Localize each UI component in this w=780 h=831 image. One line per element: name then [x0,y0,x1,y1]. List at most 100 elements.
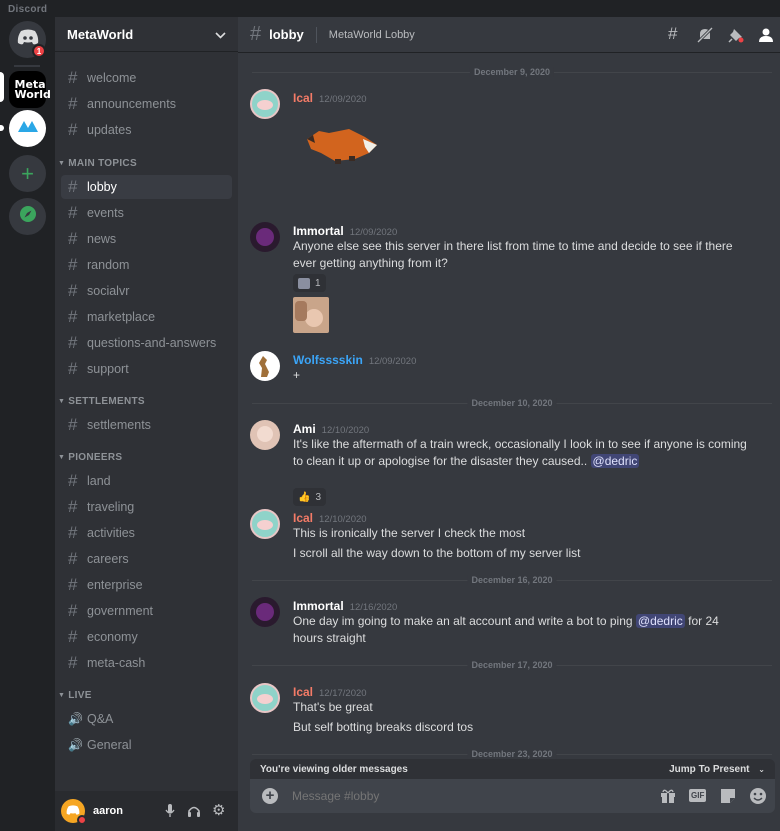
channel-updates[interactable]: # updates [61,118,232,142]
gear-icon[interactable]: ⚙ [212,803,225,818]
channel-label: settlements [87,418,151,432]
mute-bell-icon[interactable] [696,26,714,48]
author-name[interactable]: Immortal [293,224,344,238]
reaction[interactable]: 👍 3 [293,488,327,506]
jump-to-present-button[interactable]: Jump To Present ⌄ [669,764,765,775]
author-name[interactable]: Ami [293,422,316,436]
chevron-down-icon [215,27,226,42]
channel-label: random [87,258,130,272]
message-input[interactable] [292,789,632,803]
channel-meta-cash[interactable]: # meta-cash [61,651,232,675]
username: aaron [93,805,123,817]
date-label: December 17, 2020 [467,660,557,670]
avatar[interactable] [250,89,280,119]
add-server-button[interactable]: + [9,155,46,192]
headphones-icon[interactable] [187,804,201,823]
hash-icon: # [68,359,78,378]
channel-support[interactable]: # support [61,357,232,381]
add-attachment-button[interactable]: + [262,788,278,804]
channel-welcome[interactable]: # welcome [61,66,232,90]
server-mw[interactable] [9,110,46,147]
category-settlements[interactable]: ▼ SETTLEMENTS [58,396,145,407]
message: Ical 12/17/2020 That's be great But self … [250,683,750,743]
author-name[interactable]: Ical [293,91,313,105]
channel-label: questions-and-answers [87,336,217,350]
avatar[interactable] [250,222,280,252]
category-main-topics[interactable]: ▼ MAIN TOPICS [58,158,137,169]
metaworld-logo: Meta World [14,77,51,101]
mountain-logo-icon [17,119,39,138]
channel-news[interactable]: # news [61,227,232,251]
sticker-icon[interactable] [720,788,736,809]
channel-label: marketplace [87,310,156,324]
channel-traveling[interactable]: # traveling [61,495,232,519]
chat-area: # lobby MetaWorld Lobby # December 9, 20… [238,17,780,831]
hash-icon: # [68,497,78,516]
channel-label: activities [87,526,135,540]
channel-header: # lobby MetaWorld Lobby # [238,17,780,53]
channel-label: socialvr [87,284,130,298]
category-live[interactable]: ▼ LIVE [58,690,92,701]
date-divider: December 9, 2020 [252,67,772,77]
channel-socialvr[interactable]: # socialvr [61,279,232,303]
channel-random[interactable]: # random [61,253,232,277]
channel-land[interactable]: # land [61,469,232,493]
channel-government[interactable]: # government [61,599,232,623]
avatar[interactable] [250,509,280,539]
compass-icon [19,205,37,228]
author-name[interactable]: Wolfsssskin [293,353,363,367]
members-icon[interactable] [758,27,774,48]
avatar[interactable] [250,351,280,381]
message: Ical 12/09/2020 [250,89,750,199]
gift-icon[interactable] [660,788,676,809]
reaction-count: 1 [315,277,321,289]
explore-servers-button[interactable] [9,198,46,235]
server-metaworld[interactable]: Meta World [9,71,51,108]
date-divider: December 17, 2020 [252,660,772,670]
channel-questions-and-answers[interactable]: # questions-and-answers [61,331,232,355]
pin-icon[interactable] [728,27,744,48]
author-name[interactable]: Ical [293,511,313,525]
channel-activities[interactable]: # activities [61,521,232,545]
channel-label: events [87,206,124,220]
avatar[interactable] [250,683,280,713]
meme-gif-image[interactable] [293,297,329,333]
category-pioneers[interactable]: ▼ PIONEERS [58,452,122,463]
user-mention[interactable]: @dedric [635,614,685,628]
user-mention[interactable]: @dedric [590,454,640,468]
channel-marketplace[interactable]: # marketplace [61,305,232,329]
channel-announcements[interactable]: # announcements [61,92,232,116]
avatar[interactable] [250,597,280,627]
channel-enterprise[interactable]: # enterprise [61,573,232,597]
author-name[interactable]: Ical [293,685,313,699]
plus-icon: + [21,160,34,186]
channel-label: General [87,738,132,752]
channel-lobby[interactable]: # lobby [61,175,232,199]
unread-pill [0,125,4,131]
channel-careers[interactable]: # careers [61,547,232,571]
voice-channel-general[interactable]: 🔊 General [61,733,232,757]
chevron-down-icon: ▼ [58,160,66,167]
threads-icon[interactable]: # [668,24,677,44]
emoji-icon[interactable] [749,787,767,810]
voice-channel-qa[interactable]: 🔊 Q&A [61,707,232,731]
reaction[interactable]: 1 [293,274,326,292]
channel-events[interactable]: # events [61,201,232,225]
gif-button[interactable]: GIF [689,789,707,802]
speaker-icon: 🔊 [68,738,83,752]
channel-settlements[interactable]: # settlements [61,413,232,437]
notification-badge: 1 [32,44,46,58]
hash-icon: # [68,471,78,490]
user-panel: aaron ⚙ [55,791,238,831]
author-name[interactable]: Immortal [293,599,344,613]
channel-economy[interactable]: # economy [61,625,232,649]
server-header[interactable]: MetaWorld [55,17,238,52]
avatar[interactable] [250,420,280,450]
hash-icon: # [68,68,78,87]
message-text: That's be great [293,700,373,714]
fox-sticker-image[interactable] [305,123,381,170]
message: Ical 12/10/2020 This is ironically the se… [250,509,750,569]
microphone-icon[interactable] [165,804,175,823]
avatar[interactable] [61,799,87,825]
channel-label: careers [87,552,129,566]
